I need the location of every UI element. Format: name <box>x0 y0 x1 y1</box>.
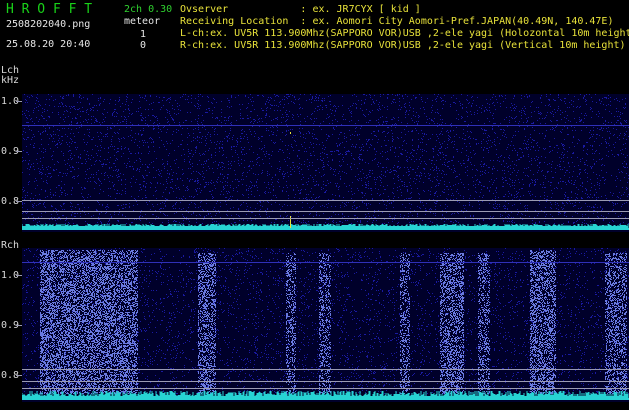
datetime-label: 25.08.20 20:40 <box>6 39 91 50</box>
rch-guide-line <box>22 369 629 370</box>
rch-ylabel-1-0: 1.0 <box>1 270 20 281</box>
lch-guide-line <box>22 200 629 201</box>
lch-ylabel-0-8: 0.8 <box>1 196 20 207</box>
rch-ylabel-0-9: 0.9 <box>1 320 20 331</box>
carrier-line <box>22 262 629 263</box>
meteor-label: meteor <box>124 16 161 27</box>
rch-receiver-line: R-ch:ex. UV5R 113.900Mhz(SAPPORO VOR)USB… <box>180 40 626 51</box>
meteor-echo-spike <box>290 132 291 134</box>
lch-guide-line <box>22 218 629 219</box>
rch-ylabel-0-8: 0.8 <box>1 370 20 381</box>
rch-spectrogram <box>22 248 629 402</box>
filename-label: 2508202040.png <box>6 19 91 30</box>
lch-guide-line <box>22 211 629 212</box>
time-axis: 2041204220432044204520462047204820492050 <box>0 80 629 122</box>
signal-level-baseline <box>22 228 629 230</box>
carrier-line <box>22 125 629 126</box>
meteor-count-rch: 0 <box>140 40 147 51</box>
lch-receiver-line: L-ch:ex. UV5R 113.900Mhz(SAPPORO VOR)USB… <box>180 28 629 39</box>
meteor-count-lch: 1 <box>140 29 147 40</box>
rch-channel-label: Rch <box>1 240 20 251</box>
lch-ylabel-0-9: 0.9 <box>1 146 20 157</box>
channel-mode-label: 2ch 0.30 <box>124 4 173 15</box>
rch-guide-line <box>22 388 629 389</box>
rch-guide-line <box>22 381 629 382</box>
signal-level-baseline <box>22 398 629 400</box>
location-line: Receiving Location : ex. Aomori City Aom… <box>180 16 614 27</box>
lch-unit-label: kHz <box>1 75 20 86</box>
observer-line: Ovserver : ex. JR7CYX [ kid ] <box>180 4 421 15</box>
app-logo: H R O F F T <box>6 2 93 17</box>
lch-ylabel-1-0: 1.0 <box>1 96 20 107</box>
